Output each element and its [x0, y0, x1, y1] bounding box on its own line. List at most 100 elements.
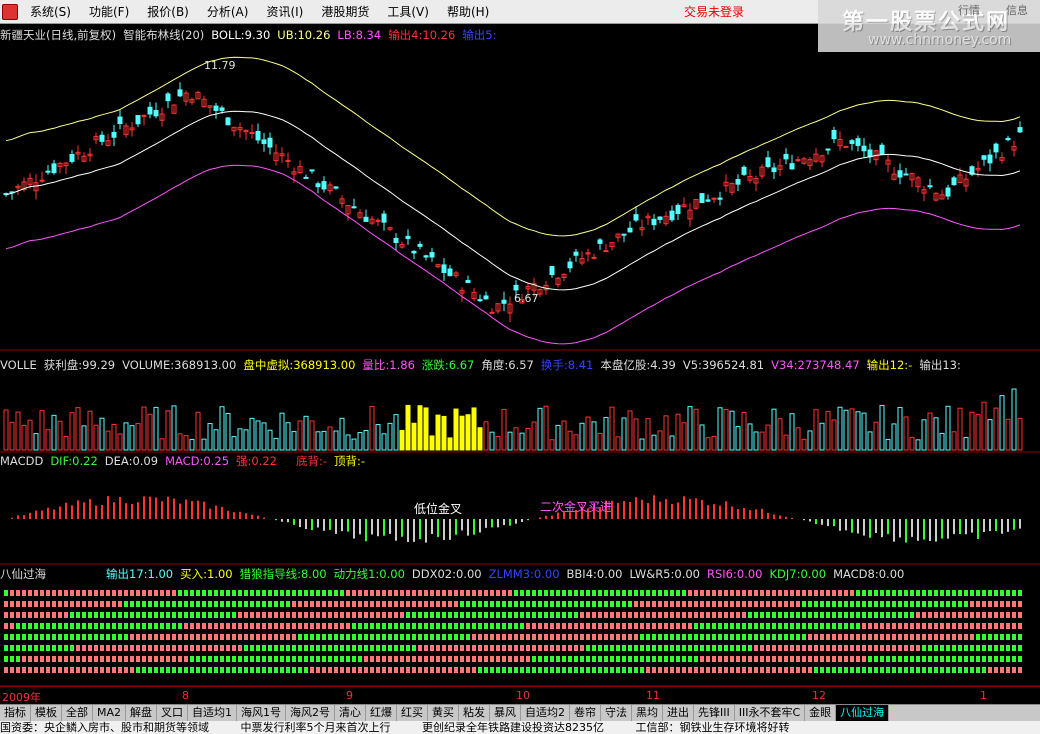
- signal-mark: [1012, 623, 1016, 629]
- signal-mark: [868, 590, 872, 596]
- signal-mark: [454, 623, 458, 629]
- tab-19[interactable]: 进出: [663, 705, 695, 721]
- signal-mark: [646, 667, 650, 673]
- chart-area[interactable]: 新疆天业(日线,前复权) 智能布林线(20) BOLL:9.30 UB:10.2…: [0, 24, 1040, 704]
- signal-mark: [178, 601, 182, 607]
- tab-7[interactable]: 海风1号: [237, 705, 287, 721]
- signal-mark: [544, 645, 548, 651]
- menu-function[interactable]: 功能(F): [80, 0, 138, 24]
- signal-mark: [940, 612, 944, 618]
- signal-mark: [286, 656, 290, 662]
- volume-bar: [81, 425, 87, 451]
- signal-mark: [340, 645, 344, 651]
- signal-mark: [70, 634, 74, 640]
- tab-10[interactable]: 红爆: [366, 705, 398, 721]
- info-button[interactable]: 信息: [1006, 2, 1028, 18]
- signal-mark: [238, 667, 242, 673]
- signal-mark: [790, 590, 794, 596]
- menu-quote[interactable]: 报价(B): [138, 0, 198, 24]
- tab-22[interactable]: 金眼: [805, 705, 837, 721]
- signal-mark: [544, 667, 548, 673]
- menu-system[interactable]: 系统(S): [21, 0, 80, 24]
- tab-0[interactable]: 指标: [0, 705, 31, 721]
- signal-mark: [418, 612, 422, 618]
- signal-mark: [1000, 634, 1004, 640]
- ticker-item[interactable]: 国资委：央企鳞入房市、股市和期货等领域: [0, 721, 209, 734]
- signal-mark: [136, 601, 140, 607]
- signal-mark: [670, 667, 674, 673]
- volume-bar: [237, 428, 243, 451]
- signal-mark: [994, 623, 998, 629]
- signal-mark: [382, 623, 386, 629]
- tab-6[interactable]: 自适均1: [188, 705, 238, 721]
- tab-21[interactable]: III永不套牢C: [735, 705, 806, 721]
- ticker-item[interactable]: 工信部：钢铁业生存环境将好转: [636, 721, 790, 734]
- tab-20[interactable]: 先锋III: [694, 705, 735, 721]
- tab-8[interactable]: 海风2号: [286, 705, 336, 721]
- signal-mark: [208, 623, 212, 629]
- signal-mark: [28, 634, 32, 640]
- signal-mark: [82, 623, 86, 629]
- volume-bar: [933, 417, 939, 451]
- signal-mark: [388, 612, 392, 618]
- volume-bar: [39, 410, 45, 451]
- quote-button[interactable]: 行情: [958, 2, 980, 18]
- menu-tools[interactable]: 工具(V): [378, 0, 438, 24]
- ticker-item[interactable]: 更创纪录全年铁路建设投资达8235亿: [422, 721, 604, 734]
- signal-mark: [970, 656, 974, 662]
- signal-mark: [628, 590, 632, 596]
- candle: [591, 256, 597, 259]
- tab-11[interactable]: 红买: [397, 705, 429, 721]
- signal-mark: [784, 645, 788, 651]
- signal-mark: [436, 645, 440, 651]
- signal-mark: [628, 634, 632, 640]
- tab-13[interactable]: 粘发: [459, 705, 491, 721]
- tab-3[interactable]: MA2: [93, 705, 127, 721]
- signal-mark: [730, 601, 734, 607]
- menu-analysis[interactable]: 分析(A): [198, 0, 258, 24]
- signal-mark: [520, 623, 524, 629]
- signal-mark: [196, 601, 200, 607]
- signal-mark: [190, 601, 194, 607]
- menu-help[interactable]: 帮助(H): [438, 0, 498, 24]
- tab-18[interactable]: 黑均: [632, 705, 664, 721]
- signal-mark: [52, 590, 56, 596]
- tab-17[interactable]: 守法: [601, 705, 633, 721]
- signal-mark: [538, 656, 542, 662]
- signal-mark: [22, 623, 26, 629]
- signal-mark: [226, 623, 230, 629]
- tab-1[interactable]: 模板: [31, 705, 62, 721]
- signal-mark: [742, 623, 746, 629]
- signal-mark: [964, 634, 968, 640]
- signal-mark: [910, 612, 914, 618]
- tab-12[interactable]: 黄买: [428, 705, 460, 721]
- signal-mark: [724, 601, 728, 607]
- candle: [861, 145, 867, 152]
- signal-mark: [160, 623, 164, 629]
- signal-mark: [604, 590, 608, 596]
- signal-mark: [256, 623, 260, 629]
- signal-mark: [538, 623, 542, 629]
- signal-mark: [958, 634, 962, 640]
- signal-mark: [232, 612, 236, 618]
- menu-hk-futures[interactable]: 港股期货: [312, 0, 378, 24]
- tab-16[interactable]: 卷帘: [570, 705, 602, 721]
- ticker-item[interactable]: 中票发行利率5个月来首次上行: [241, 721, 391, 734]
- tab-4[interactable]: 解盘: [126, 705, 158, 721]
- candle: [423, 255, 429, 258]
- tab-14[interactable]: 暴风: [490, 705, 522, 721]
- signal-mark: [568, 612, 572, 618]
- menu-news[interactable]: 资讯(I): [257, 0, 312, 24]
- signal-mark: [640, 601, 644, 607]
- tab-9[interactable]: 清心: [335, 705, 367, 721]
- signal-mark: [820, 656, 824, 662]
- signal-mark: [52, 612, 56, 618]
- tab-15[interactable]: 自适均2: [521, 705, 571, 721]
- tab-2[interactable]: 全部: [62, 705, 93, 721]
- signal-mark: [964, 612, 968, 618]
- tab-5[interactable]: 叉口: [157, 705, 189, 721]
- tab-23[interactable]: 八仙过海: [836, 705, 890, 721]
- volume-bar: [429, 435, 435, 451]
- candle: [111, 131, 117, 138]
- signal-mark: [610, 612, 614, 618]
